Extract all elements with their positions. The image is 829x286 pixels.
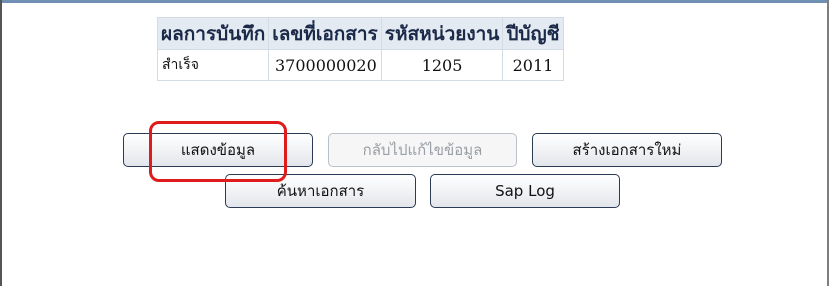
cell-unit-code: 1205 [380,49,504,81]
search-document-button[interactable]: ค้นหาเอกสาร [225,174,416,208]
frame-left-border [0,0,2,286]
result-table-header-row: ผลการบันทึก เลขที่เอกสาร รหัสหน่วยงาน ปี… [156,17,564,50]
show-data-button[interactable]: แสดงข้อมูล [123,133,313,167]
back-to-edit-button[interactable]: กลับไปแก้ไขข้อมูล [328,133,517,167]
header-unit-code: รหัสหน่วยงาน [380,17,504,50]
cell-save-result: สำเร็จ [156,49,270,81]
page-frame: ผลการบันทึก เลขที่เอกสาร รหัสหน่วยงาน ปี… [0,0,829,286]
result-table: ผลการบันทึก เลขที่เอกสาร รหัสหน่วยงาน ปี… [156,17,564,81]
cell-fiscal-year: 2011 [502,49,564,81]
table-row: สำเร็จ 3700000020 1205 2011 [156,49,564,81]
sap-log-button[interactable]: Sap Log [430,174,620,208]
header-document-number: เลขที่เอกสาร [268,17,382,50]
header-save-result: ผลการบันทึก [156,17,270,50]
frame-top-border [0,0,829,3]
cell-document-number: 3700000020 [268,49,382,81]
create-new-document-button[interactable]: สร้างเอกสารใหม่ [532,133,722,167]
header-fiscal-year: ปีบัญชี [502,17,564,50]
